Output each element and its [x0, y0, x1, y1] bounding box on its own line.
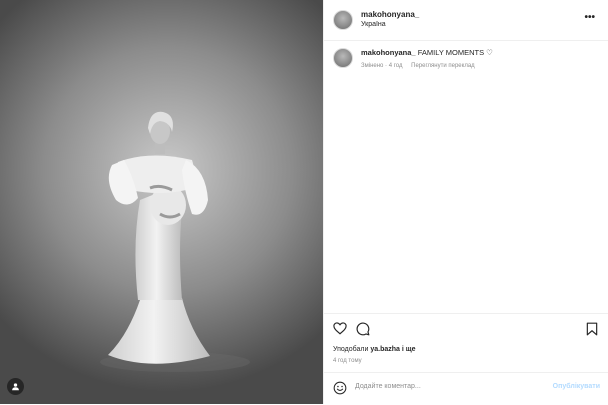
comment-icon[interactable] [356, 322, 370, 336]
likes-summary[interactable]: Уподобали ya.bazha і ще [333, 346, 416, 353]
avatar[interactable] [333, 10, 353, 30]
publish-button[interactable]: Опублікувати [553, 383, 600, 390]
heart-icon[interactable] [333, 322, 347, 335]
post-location[interactable]: Україна [361, 21, 386, 28]
post-side-panel: makohonyana_ Україна ••• makohonyana_ FA… [323, 0, 608, 404]
liked-by-suffix[interactable]: і ще [402, 346, 416, 353]
photo-figure [100, 111, 250, 372]
comment-input[interactable]: Додайте коментар... [355, 383, 421, 390]
caption-text: FAMILY MOMENTS ♡ [417, 48, 493, 57]
caption-avatar[interactable] [333, 48, 353, 68]
more-icon[interactable]: ••• [584, 12, 595, 23]
emoji-icon[interactable] [333, 381, 347, 395]
post-time-ago[interactable]: 4 год тому [333, 358, 362, 364]
caption-username[interactable]: makohonyana_ [361, 48, 416, 57]
translate-link[interactable]: Переглянути переклад [411, 63, 475, 69]
bookmark-icon[interactable] [586, 322, 598, 336]
caption-edited: Змінено · 4 год [361, 63, 403, 69]
user-tag-button[interactable] [7, 378, 24, 395]
caption-meta: Змінено · 4 год Переглянути переклад [361, 63, 475, 69]
post-username[interactable]: makohonyana_ [361, 10, 419, 19]
user-tag-icon [12, 383, 19, 391]
post-actions: Уподобали ya.bazha і ще 4 год тому [324, 313, 608, 372]
comment-box: Додайте коментар... Опублікувати [324, 372, 608, 405]
liked-by-user[interactable]: ya.bazha [370, 346, 400, 353]
caption-line: makohonyana_ FAMILY MOMENTS ♡ [361, 48, 493, 57]
liked-by-prefix: Уподобали [333, 346, 369, 353]
post-header: makohonyana_ Україна ••• [324, 0, 608, 41]
post-photo[interactable] [0, 0, 323, 404]
